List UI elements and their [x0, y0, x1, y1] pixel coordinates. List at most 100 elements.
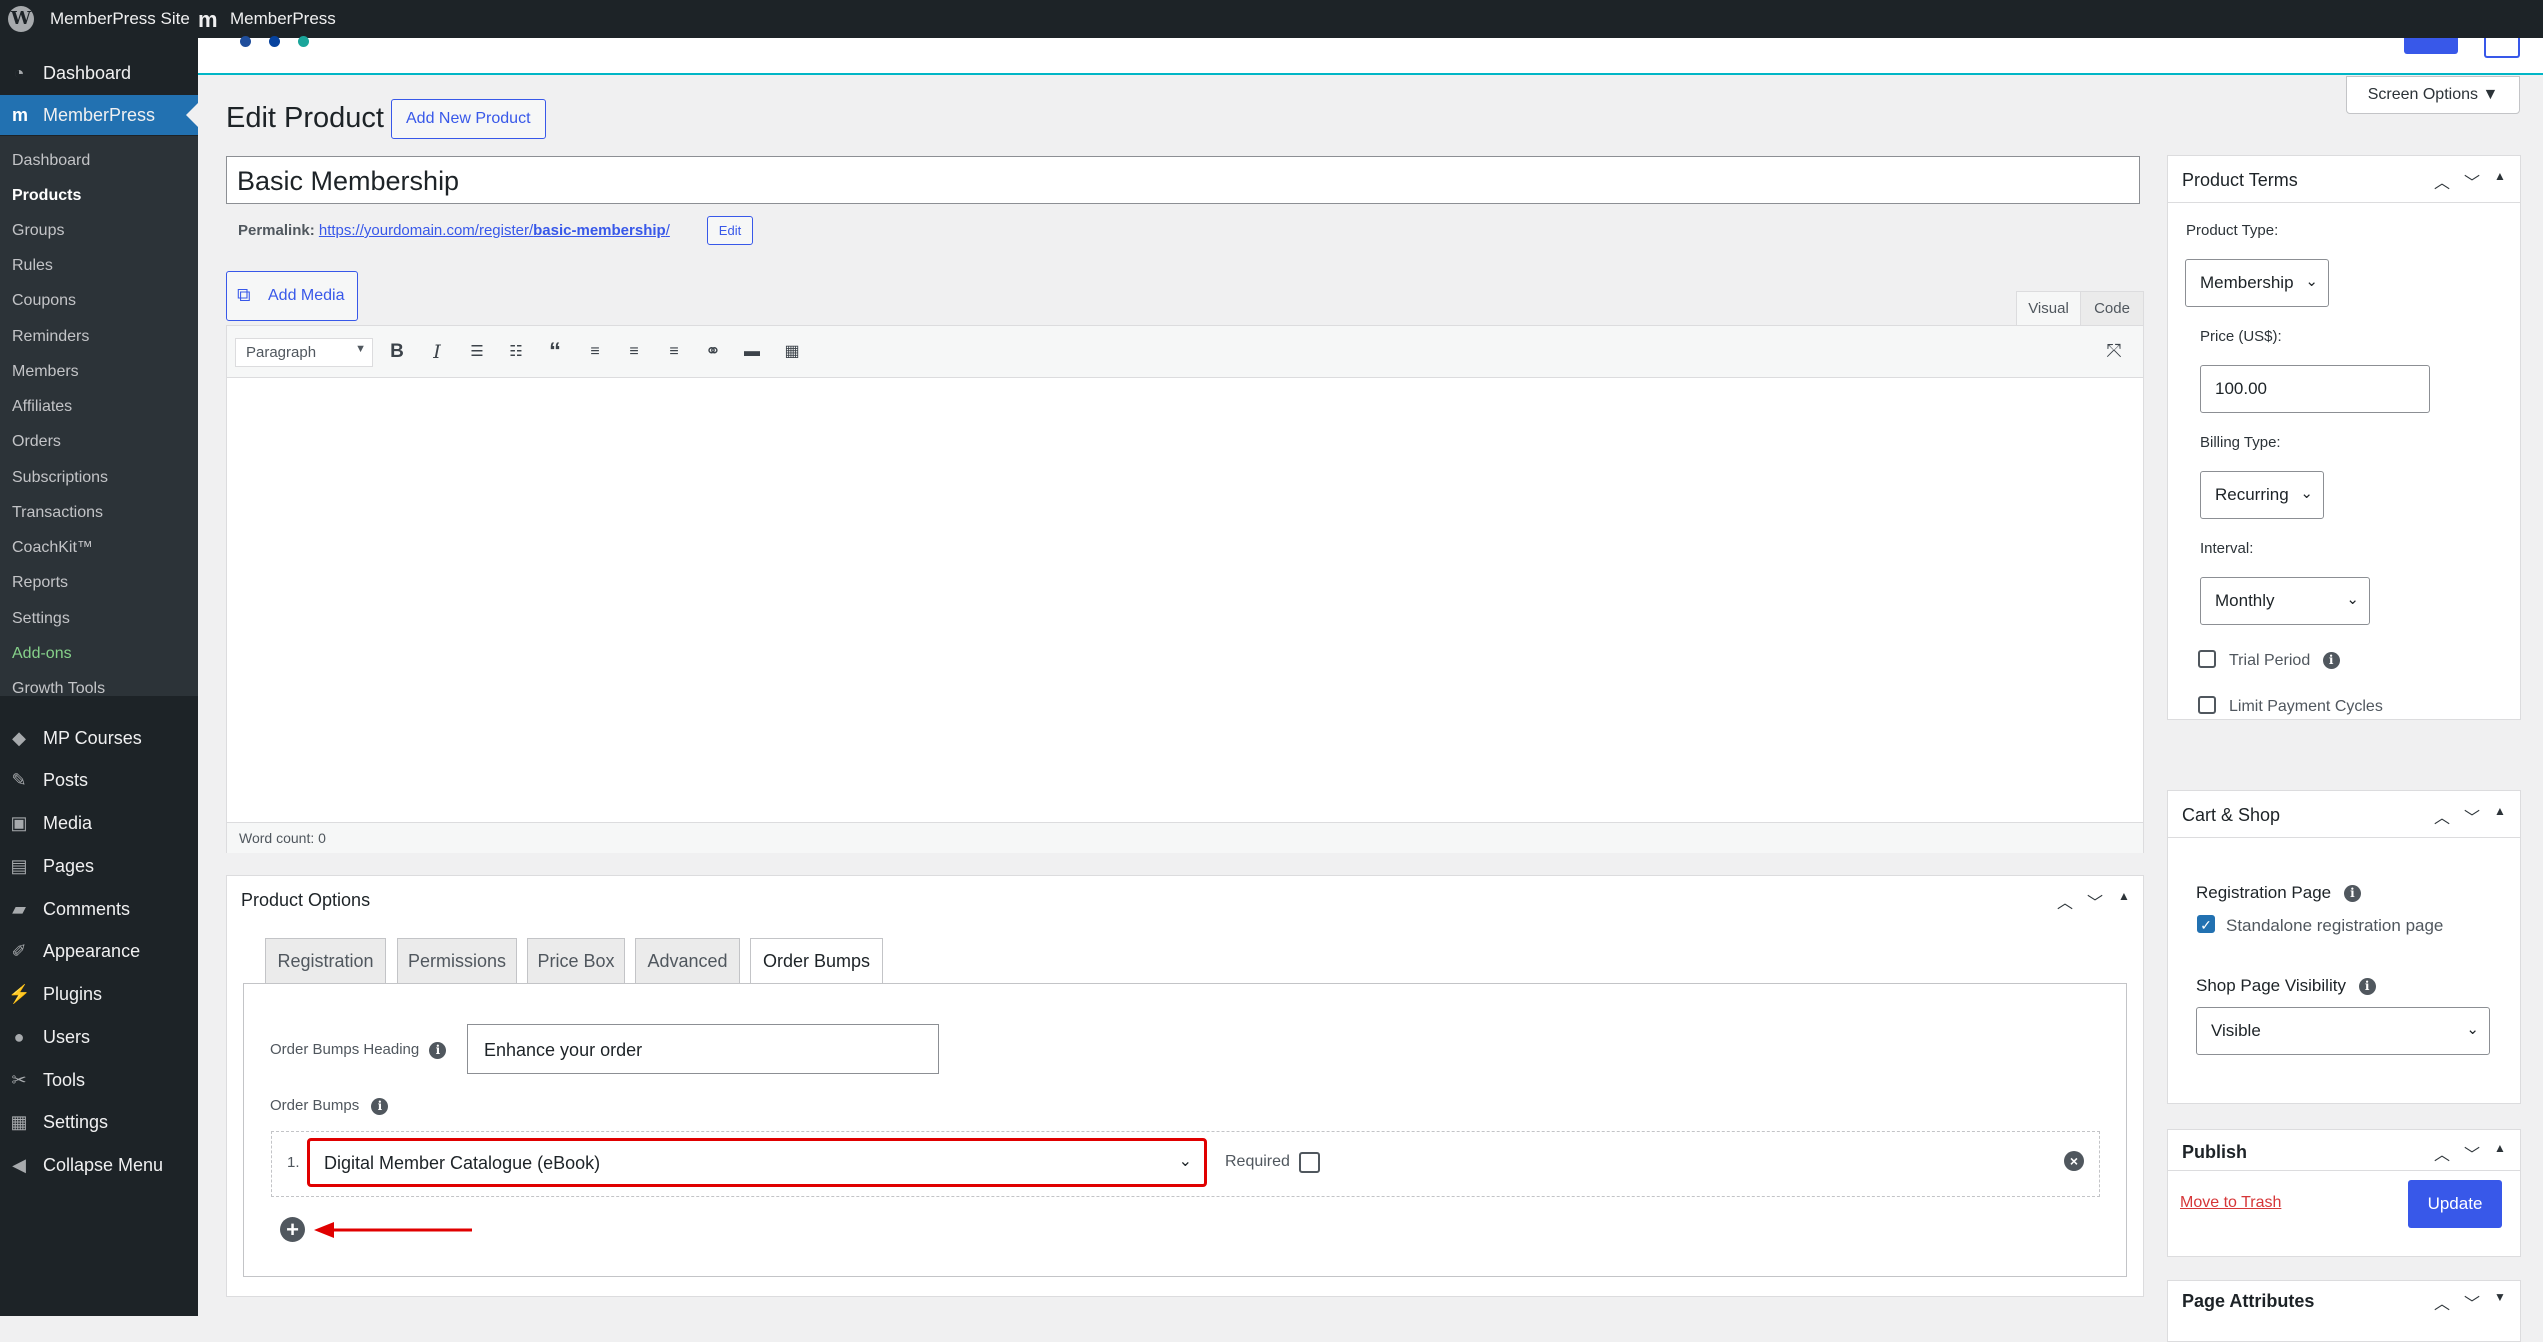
order-bump-select[interactable]: Digital Member Catalogue (eBook) ⌄: [307, 1138, 1207, 1187]
header-menu-button[interactable]: [2484, 38, 2520, 58]
toggle-panel-icon[interactable]: ▲: [2494, 169, 2506, 183]
submenu-coupons[interactable]: Coupons: [12, 292, 76, 310]
move-down-icon[interactable]: ﹀: [2464, 804, 2480, 828]
submenu-affiliates[interactable]: Affiliates: [12, 398, 72, 416]
sidebar-item-label: Tools: [43, 1070, 86, 1090]
format-select[interactable]: Paragraph ▼: [235, 338, 373, 367]
billing-type-select[interactable]: Recurring ⌄: [2200, 471, 2324, 519]
tab-price-box[interactable]: Price Box: [527, 938, 625, 983]
sidebar-item-settings[interactable]: ▦ Settings: [0, 1102, 198, 1142]
move-up-icon[interactable]: ︿: [2434, 1141, 2450, 1165]
submenu-subscriptions[interactable]: Subscriptions: [12, 469, 108, 487]
sidebar-item-mp-courses[interactable]: ◆ MP Courses: [0, 718, 198, 758]
submenu-growth-tools[interactable]: Growth Tools: [12, 680, 105, 698]
move-down-icon[interactable]: ﹀: [2464, 1141, 2480, 1165]
site-name-link[interactable]: MemberPress Site: [50, 9, 190, 29]
info-icon[interactable]: i: [429, 1041, 447, 1059]
wordpress-logo-icon[interactable]: W: [8, 6, 34, 32]
toggle-panel-icon[interactable]: ▲: [2494, 1141, 2506, 1155]
sidebar-item-users[interactable]: ● Users: [0, 1017, 198, 1057]
product-title-input[interactable]: Basic Membership: [226, 156, 2140, 204]
submenu-products[interactable]: Products: [12, 187, 81, 205]
move-up-icon[interactable]: ︿: [2434, 1290, 2450, 1314]
sidebar-item-media[interactable]: ▣ Media: [0, 803, 198, 843]
sidebar-item-appearance[interactable]: ✐ Appearance: [0, 931, 198, 971]
move-down-icon[interactable]: ﹀: [2464, 169, 2480, 193]
standalone-registration-checkbox[interactable]: ✓: [2197, 915, 2215, 933]
limit-payment-cycles-checkbox[interactable]: [2198, 696, 2216, 714]
submenu-add-ons[interactable]: Add-ons: [12, 645, 72, 663]
shop-visibility-select[interactable]: Visible ⌄: [2196, 1007, 2490, 1055]
memberpress-adminbar-link[interactable]: MemberPress: [230, 9, 336, 29]
info-icon[interactable]: i: [371, 1097, 389, 1115]
sidebar-item-memberpress[interactable]: m MemberPress: [0, 95, 198, 135]
submenu-transactions[interactable]: Transactions: [12, 504, 103, 522]
submenu-rules[interactable]: Rules: [12, 257, 53, 275]
link-icon[interactable]: ⚭: [698, 338, 728, 366]
submenu-settings[interactable]: Settings: [12, 610, 70, 628]
info-icon[interactable]: i: [2358, 978, 2376, 996]
permalink-link[interactable]: https://yourdomain.com/register/basic-me…: [319, 222, 670, 239]
header-action-button[interactable]: [2404, 38, 2458, 54]
sidebar-item-plugins[interactable]: ⚡ Plugins: [0, 974, 198, 1014]
toggle-panel-icon[interactable]: ▲: [2494, 804, 2506, 818]
sidebar-item-label: Settings: [43, 1112, 109, 1132]
price-input[interactable]: 100.00: [2200, 365, 2430, 413]
blockquote-icon[interactable]: “: [540, 338, 570, 366]
sidebar-item-dashboard[interactable]: ◔ Dashboard: [0, 53, 198, 93]
required-checkbox[interactable]: [1299, 1152, 1320, 1173]
add-media-button[interactable]: ⧉ Add Media: [226, 271, 358, 321]
add-new-product-button[interactable]: Add New Product: [391, 99, 546, 139]
tab-visual[interactable]: Visual: [2016, 291, 2081, 326]
tab-registration[interactable]: Registration: [265, 938, 386, 983]
sidebar-item-pages[interactable]: ▤ Pages: [0, 846, 198, 886]
update-button[interactable]: Update: [2408, 1180, 2502, 1228]
toggle-panel-icon[interactable]: ▲: [2118, 889, 2130, 903]
toolbar-toggle-icon[interactable]: ▦: [777, 338, 807, 366]
align-right-icon[interactable]: ≡: [659, 338, 689, 366]
add-bump-icon[interactable]: +: [280, 1217, 305, 1242]
interval-select[interactable]: Monthly ⌄: [2200, 577, 2370, 625]
info-icon[interactable]: i: [2322, 652, 2340, 670]
move-down-icon[interactable]: ﹀: [2464, 1290, 2480, 1314]
submenu-groups[interactable]: Groups: [12, 222, 64, 240]
submenu-dashboard[interactable]: Dashboard: [12, 152, 90, 170]
fullscreen-icon[interactable]: ⤧: [2099, 338, 2129, 366]
screen-options-button[interactable]: Screen Options ▼: [2346, 76, 2520, 114]
align-center-icon[interactable]: ≡: [619, 338, 649, 366]
remove-bump-icon[interactable]: ×: [2064, 1151, 2084, 1171]
submenu-orders[interactable]: Orders: [12, 433, 61, 451]
italic-icon[interactable]: I: [422, 338, 452, 366]
bold-icon[interactable]: B: [382, 338, 412, 366]
tab-code[interactable]: Code: [2080, 291, 2144, 326]
numbered-list-icon[interactable]: ☷: [501, 338, 531, 366]
toggle-panel-icon[interactable]: ▼: [2494, 1290, 2506, 1304]
tab-order-bumps[interactable]: Order Bumps: [750, 938, 883, 984]
tab-permissions[interactable]: Permissions: [397, 938, 517, 983]
move-to-trash-link[interactable]: Move to Trash: [2180, 1194, 2281, 1212]
info-icon[interactable]: i: [2343, 885, 2361, 903]
sidebar-item-posts[interactable]: ✎ Posts: [0, 760, 198, 800]
permalink-edit-button[interactable]: Edit: [707, 216, 753, 245]
order-bumps-heading-input[interactable]: Enhance your order: [467, 1024, 939, 1074]
trial-period-checkbox[interactable]: [2198, 650, 2216, 668]
sidebar-item-comments[interactable]: ▰ Comments: [0, 889, 198, 929]
product-type-select[interactable]: Membership ⌄: [2185, 259, 2329, 307]
move-up-icon[interactable]: ︿: [2057, 889, 2073, 913]
submenu-coachkit[interactable]: CoachKit™: [12, 539, 93, 557]
move-down-icon[interactable]: ﹀: [2087, 889, 2103, 913]
tab-advanced[interactable]: Advanced: [635, 938, 740, 983]
sidebar-item-collapse-menu[interactable]: ◀ Collapse Menu: [0, 1145, 198, 1185]
submenu-members[interactable]: Members: [12, 363, 79, 381]
memberpress-logo-icon[interactable]: m: [198, 7, 218, 33]
submenu-reminders[interactable]: Reminders: [12, 328, 89, 346]
bullet-list-icon[interactable]: ☰: [462, 338, 492, 366]
move-up-icon[interactable]: ︿: [2434, 804, 2450, 828]
move-up-icon[interactable]: ︿: [2434, 169, 2450, 193]
align-left-icon[interactable]: ≡: [580, 338, 610, 366]
sidebar-item-tools[interactable]: ✂ Tools: [0, 1060, 198, 1100]
submenu-reports[interactable]: Reports: [12, 574, 68, 592]
sidebar-item-label: Plugins: [43, 984, 103, 1004]
read-more-icon[interactable]: ▬: [737, 338, 767, 366]
permalink-label: Permalink:: [238, 222, 315, 239]
